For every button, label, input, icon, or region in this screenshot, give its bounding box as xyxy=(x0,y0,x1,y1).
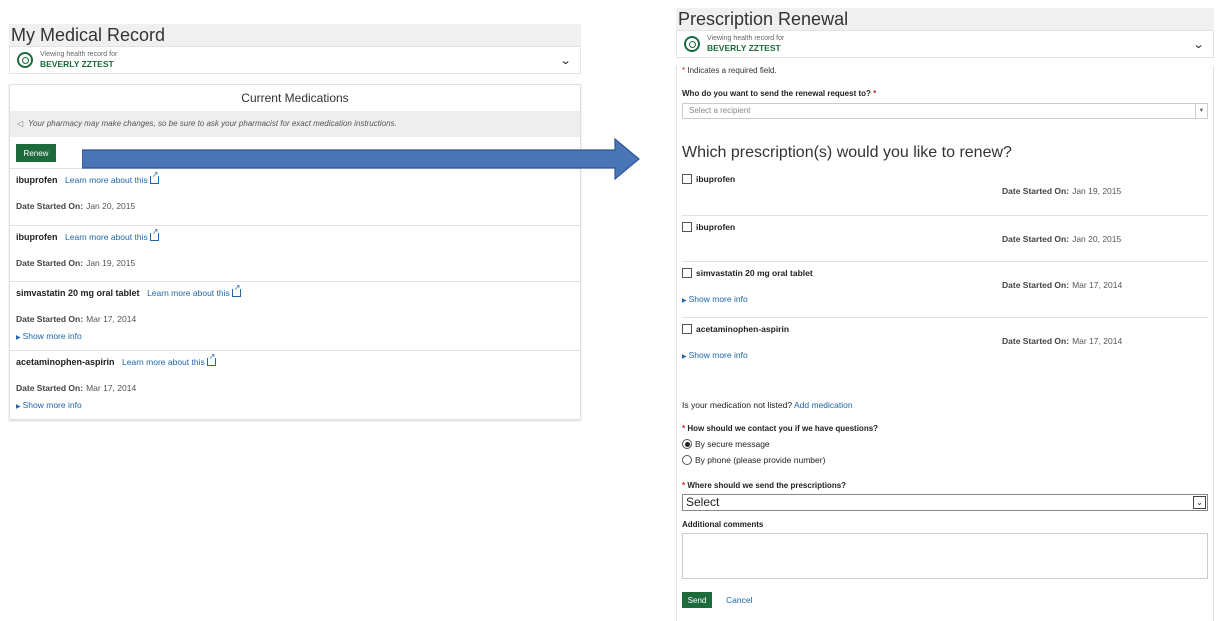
page-titlebar: My Medical Record xyxy=(9,24,581,46)
patient-name: BEVERLY ZZTEST xyxy=(707,43,781,53)
viewing-label: Viewing health record for xyxy=(707,35,785,42)
radio-selected[interactable] xyxy=(682,439,692,449)
medical-record-panel: My Medical Record Viewing health record … xyxy=(9,24,581,420)
renew-question: Which prescription(s) would you like to … xyxy=(682,144,1012,161)
page-titlebar: Prescription Renewal xyxy=(676,8,1214,30)
renew-button[interactable]: Renew xyxy=(16,144,56,162)
prescription-renewal-panel: Prescription Renewal Viewing health reco… xyxy=(676,8,1214,621)
show-more-link[interactable]: ▶ Show more info xyxy=(682,294,1208,307)
date-started: Date Started On: Jan 20, 2015 xyxy=(16,201,136,211)
patient-selector[interactable]: Viewing health record for BEVERLY ZZTEST… xyxy=(9,46,581,74)
where-question: * Where should we send the prescriptions… xyxy=(682,481,847,490)
pharmacy-select[interactable]: Select ⌄ xyxy=(682,494,1208,511)
medication-item: acetaminophen-aspirin Learn more about t… xyxy=(10,351,580,419)
cancel-link[interactable]: Cancel xyxy=(726,595,752,605)
chevron-down-icon[interactable]: ⌄ xyxy=(559,54,571,67)
date-started: Date Started On: Mar 17, 2014 xyxy=(16,314,137,324)
add-medication-link[interactable]: Add medication xyxy=(794,400,853,410)
prescription-checkbox[interactable] xyxy=(682,324,692,334)
chevron-down-icon[interactable]: ⌄ xyxy=(1192,38,1204,51)
contact-question: * How should we contact you if we have q… xyxy=(682,424,879,433)
patient-avatar-icon xyxy=(17,52,33,68)
learn-more-link[interactable]: Learn more about this xyxy=(122,352,216,367)
prescription-checkbox[interactable] xyxy=(682,174,692,184)
page-title: My Medical Record xyxy=(11,25,166,45)
notice-text: Your pharmacy may make changes, so be su… xyxy=(28,119,397,128)
show-more-link[interactable]: ▶ Show more info xyxy=(682,350,1208,363)
comments-label: Additional comments xyxy=(682,520,764,529)
learn-more-link[interactable]: Learn more about this xyxy=(65,227,159,242)
prescription-name: acetaminophen-aspirin xyxy=(696,324,790,334)
medication-item: simvastatin 20 mg oral tablet Learn more… xyxy=(10,282,580,351)
current-medications-card: Current Medications ◁ Your pharmacy may m… xyxy=(9,84,581,420)
not-listed-line: Is your medication not listed? Add medic… xyxy=(682,400,853,410)
comments-textarea[interactable] xyxy=(682,533,1208,579)
external-link-icon xyxy=(231,283,241,297)
medication-item: ibuprofen Learn more about this Date Sta… xyxy=(10,226,580,282)
medication-name: simvastatin 20 mg oral tablet xyxy=(16,288,140,298)
show-more-link[interactable]: ▶ Show more info xyxy=(16,331,574,341)
contact-option-message[interactable]: By secure message xyxy=(682,439,1208,449)
megaphone-icon: ◁ xyxy=(17,119,24,128)
page-title: Prescription Renewal xyxy=(678,9,849,29)
patient-avatar-icon xyxy=(684,36,700,52)
date-started: Date Started On: Jan 20, 2015 xyxy=(1002,234,1122,244)
learn-more-link[interactable]: Learn more about this xyxy=(147,283,241,298)
date-started: Date Started On: Mar 17, 2014 xyxy=(1002,336,1123,346)
radio-unselected[interactable] xyxy=(682,455,692,465)
medication-name: acetaminophen-aspirin xyxy=(16,357,115,367)
prescription-item: simvastatin 20 mg oral tablet Date Start… xyxy=(682,262,1208,318)
date-started: Date Started On: Mar 17, 2014 xyxy=(1002,280,1123,290)
contact-option-phone[interactable]: By phone (please provide number) xyxy=(682,455,1208,465)
prescription-checkbox[interactable] xyxy=(682,268,692,278)
prescription-name: ibuprofen xyxy=(696,174,736,184)
prescription-name: ibuprofen xyxy=(696,222,736,232)
dropdown-arrow-icon: ▼ xyxy=(1195,104,1207,118)
send-button[interactable]: Send xyxy=(682,592,712,608)
date-started: Date Started On: Mar 17, 2014 xyxy=(16,383,137,393)
show-more-link[interactable]: ▶ Show more info xyxy=(16,400,574,410)
prescription-item: acetaminophen-aspirin Date Started On: Ma… xyxy=(682,318,1208,374)
prescription-name: simvastatin 20 mg oral tablet xyxy=(696,268,813,278)
viewing-label: Viewing health record for xyxy=(40,51,118,58)
prescription-item: ibuprofen Date Started On: Jan 20, 2015 xyxy=(682,216,1208,262)
recipient-label: Who do you want to send the renewal requ… xyxy=(682,89,877,98)
pharmacy-notice: ◁ Your pharmacy may make changes, so be s… xyxy=(10,111,580,137)
dropdown-arrow-icon: ⌄ xyxy=(1193,496,1206,509)
required-note: * Indicates a required field. xyxy=(682,66,777,75)
medication-name: ibuprofen xyxy=(16,232,58,242)
patient-selector[interactable]: Viewing health record for BEVERLY ZZTEST… xyxy=(676,30,1214,58)
date-started: Date Started On: Jan 19, 2015 xyxy=(1002,186,1122,196)
renewal-form: * Indicates a required field. Who do you… xyxy=(676,66,1214,621)
flow-arrow xyxy=(82,137,640,181)
recipient-select[interactable]: Select a recipient ▼ xyxy=(682,103,1208,119)
patient-name: BEVERLY ZZTEST xyxy=(40,59,114,69)
card-title: Current Medications xyxy=(241,91,349,105)
prescription-item: ibuprofen Date Started On: Jan 19, 2015 xyxy=(682,168,1208,216)
external-link-icon xyxy=(206,352,216,366)
prescription-checkbox[interactable] xyxy=(682,222,692,232)
medication-name: ibuprofen xyxy=(16,175,58,185)
date-started: Date Started On: Jan 19, 2015 xyxy=(16,258,136,268)
external-link-icon xyxy=(149,227,159,241)
